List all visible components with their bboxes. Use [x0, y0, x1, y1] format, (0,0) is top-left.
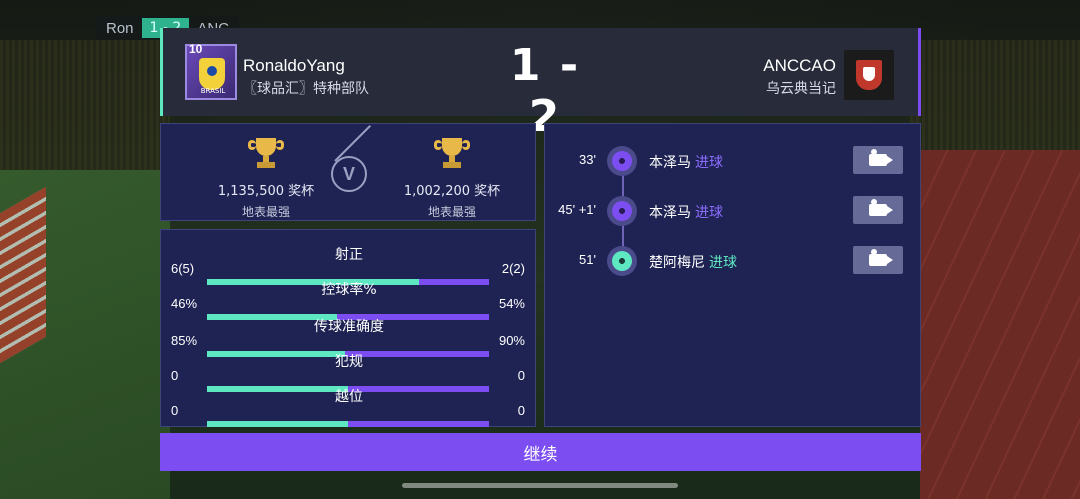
- ad-board: [0, 186, 46, 364]
- event-player-name: 本泽马: [649, 205, 691, 221]
- home-trophies: 1,135,500 奖杯 地表最强: [191, 138, 341, 220]
- away-trophy-rank: 地表最强: [427, 205, 476, 219]
- event-time: 51': [579, 252, 596, 267]
- replay-button[interactable]: [853, 246, 903, 274]
- running-track-background: [920, 150, 1080, 499]
- goal-event: 45' +1' 本泽马 进球: [545, 194, 922, 228]
- stat-row: 传球准确度 85% 90%: [161, 316, 537, 357]
- stat-home-value: 46%: [171, 296, 198, 311]
- replay-button[interactable]: [853, 196, 903, 224]
- badge-country-text: BRASIL: [200, 87, 226, 95]
- video-camera-icon: [869, 199, 893, 216]
- stat-bar-fill: [207, 421, 348, 427]
- portugal-crest-icon: [856, 60, 882, 90]
- football-icon: [607, 246, 637, 276]
- football-icon: [607, 196, 637, 226]
- away-team-badge: [844, 50, 894, 100]
- match-events-panel: 33' 本泽马 进球 45' +1' 本泽马 进球 51' 楚阿梅尼 进球: [544, 123, 921, 427]
- goal-event: 33' 本泽马 进球: [545, 144, 922, 178]
- stat-home-value: 0: [171, 403, 179, 418]
- trophy-icon: [248, 138, 284, 170]
- football-icon: [607, 146, 637, 176]
- away-trophies: 1,002,200 奖杯 地表最强: [377, 138, 527, 220]
- home-trophy-count: 1,135,500 奖杯: [217, 184, 315, 199]
- away-team-name: 乌云典当记: [766, 81, 836, 97]
- home-team-name: 〖球品汇〗特种部队: [243, 81, 369, 97]
- event-description: 楚阿梅尼 进球: [649, 252, 737, 272]
- stat-home-value: 85%: [171, 333, 198, 348]
- event-player-name: 楚阿梅尼: [649, 255, 705, 271]
- versus-icon: V: [331, 156, 367, 192]
- replay-button[interactable]: [853, 146, 903, 174]
- stat-away-value: 90%: [498, 333, 525, 348]
- event-action: 进球: [695, 155, 723, 171]
- stat-label: 射正: [335, 247, 363, 263]
- stat-row: 控球率% 46% 54%: [161, 279, 537, 320]
- away-player-name: ANCCAO: [763, 56, 836, 75]
- stat-row: 射正 6(5) 2(2): [161, 244, 537, 285]
- trophy-panel: 1,135,500 奖杯 地表最强 V 1,002,200 奖杯 地表最强: [160, 123, 536, 221]
- stat-away-value: 54%: [498, 296, 525, 311]
- trophy-icon: [434, 138, 470, 170]
- stat-bar: [207, 421, 489, 427]
- away-trophy-count: 1,002,200 奖杯: [403, 184, 501, 199]
- stat-label: 犯规: [335, 354, 363, 370]
- stat-label: 传球准确度: [314, 319, 384, 335]
- event-time: 45' +1': [558, 202, 596, 217]
- stat-row: 犯规 0 0: [161, 351, 537, 392]
- video-camera-icon: [869, 249, 893, 266]
- event-action: 进球: [709, 255, 737, 271]
- event-description: 本泽马 进球: [649, 152, 723, 172]
- home-team-badge: 10 BRASIL: [185, 42, 237, 100]
- event-player-name: 本泽马: [649, 155, 691, 171]
- goal-event: 51' 楚阿梅尼 进球: [545, 244, 922, 278]
- video-camera-icon: [869, 149, 893, 166]
- continue-button[interactable]: 继续: [160, 433, 921, 471]
- stat-away-value: 0: [517, 368, 525, 383]
- stat-away-value: 0: [517, 403, 525, 418]
- match-stats-panel: 射正 6(5) 2(2) 控球率% 46% 54% 传球准确度 85% 90% …: [160, 229, 536, 427]
- player-level: 10: [189, 42, 203, 56]
- home-indicator[interactable]: [402, 483, 678, 488]
- stadium-stands-left: [0, 40, 170, 180]
- stat-label: 控球率%: [321, 282, 377, 298]
- mini-left-name: Ron: [106, 19, 134, 37]
- stadium-stands-right: [910, 40, 1080, 150]
- home-trophy-rank: 地表最强: [241, 205, 290, 219]
- event-time: 33': [579, 152, 596, 167]
- event-action: 进球: [695, 205, 723, 221]
- stat-row: 越位 0 0: [161, 386, 537, 427]
- home-player-name: RonaldoYang: [243, 56, 345, 75]
- stat-home-value: 0: [171, 368, 179, 383]
- match-header: 10 BRASIL RonaldoYang 〖球品汇〗特种部队 1 - 2 AN…: [160, 28, 921, 142]
- stat-home-value: 6(5): [171, 261, 195, 276]
- brazil-crest-icon: [199, 58, 225, 90]
- stat-label: 越位: [335, 389, 363, 405]
- event-description: 本泽马 进球: [649, 202, 723, 222]
